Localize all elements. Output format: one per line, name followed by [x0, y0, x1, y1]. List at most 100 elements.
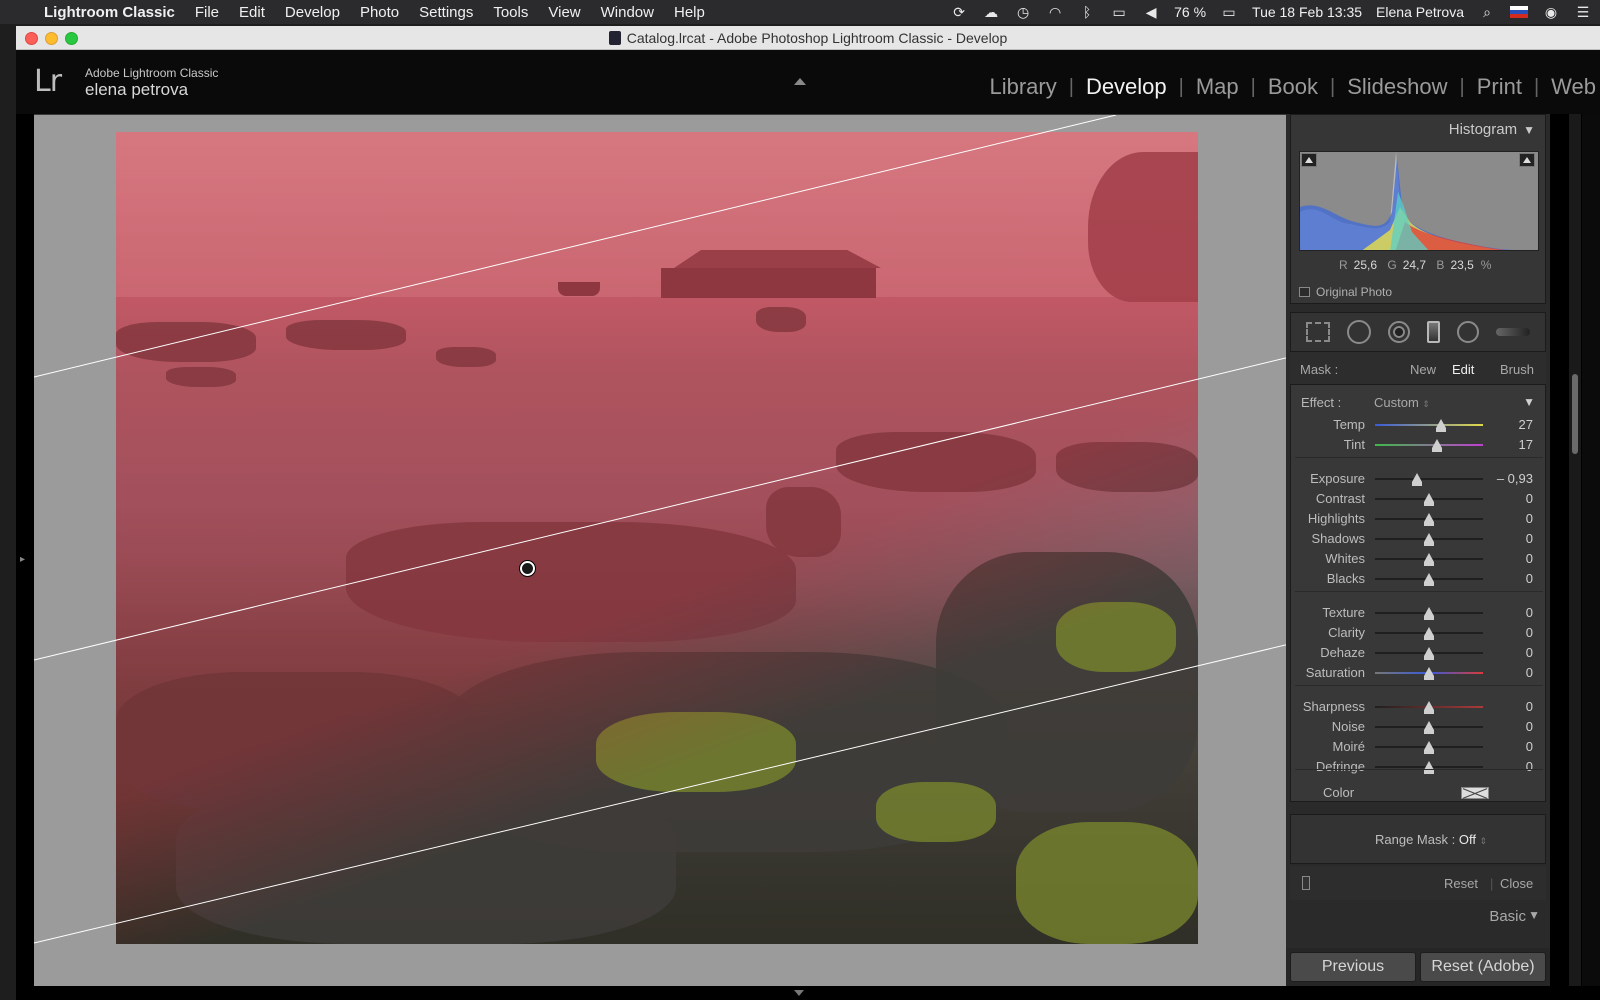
- slider-thumb[interactable]: [1424, 701, 1434, 714]
- close-window-button[interactable]: [25, 32, 38, 45]
- previous-button[interactable]: Previous: [1290, 952, 1416, 982]
- slider-dehaze[interactable]: Dehaze 0: [1291, 643, 1547, 663]
- photo-preview[interactable]: [116, 132, 1198, 944]
- scrollbar-thumb[interactable]: [1572, 374, 1578, 454]
- slider-contrast[interactable]: Contrast 0: [1291, 489, 1547, 509]
- slider-thumb[interactable]: [1424, 607, 1434, 620]
- slider-track[interactable]: [1375, 424, 1483, 426]
- menu-settings[interactable]: Settings: [409, 4, 483, 21]
- slider-thumb[interactable]: [1424, 493, 1434, 506]
- spot-removal-tool-icon[interactable]: [1346, 320, 1371, 344]
- slider-value[interactable]: 0: [1526, 699, 1533, 714]
- slider-clarity[interactable]: Clarity 0: [1291, 623, 1547, 643]
- slider-thumb[interactable]: [1424, 533, 1434, 546]
- display-icon[interactable]: ▭: [1110, 5, 1128, 19]
- zoom-window-button[interactable]: [65, 32, 78, 45]
- slider-value[interactable]: 0: [1526, 665, 1533, 680]
- menu-view[interactable]: View: [538, 4, 590, 21]
- shadow-clipping-button[interactable]: [1301, 153, 1317, 167]
- sync-icon[interactable]: ⟳: [950, 5, 968, 19]
- slider-temp[interactable]: Temp 27: [1291, 415, 1547, 435]
- slider-blacks[interactable]: Blacks 0: [1291, 569, 1547, 589]
- histogram-graph[interactable]: [1299, 151, 1539, 251]
- range-mask-dropdown[interactable]: Range Mask : Off ⇕: [1375, 832, 1487, 847]
- notification-center-icon[interactable]: ☰: [1574, 5, 1592, 19]
- slider-value[interactable]: 0: [1526, 759, 1533, 774]
- adjustment-brush-tool-icon[interactable]: [1496, 328, 1531, 336]
- wifi-icon[interactable]: ◠: [1046, 5, 1064, 19]
- slider-value[interactable]: 0: [1526, 491, 1533, 506]
- menu-photo[interactable]: Photo: [350, 4, 409, 21]
- mask-close-button[interactable]: Close: [1500, 876, 1533, 891]
- spotlight-search-icon[interactable]: ⌕: [1478, 5, 1496, 19]
- slider-value[interactable]: – 0,93: [1497, 471, 1533, 486]
- slider-thumb[interactable]: [1424, 573, 1434, 586]
- slider-value[interactable]: 0: [1526, 625, 1533, 640]
- slider-value[interactable]: 0: [1526, 571, 1533, 586]
- slider-thumb[interactable]: [1412, 473, 1423, 486]
- collapse-triangle-icon[interactable]: ▼: [1523, 123, 1535, 137]
- slider-thumb[interactable]: [1424, 627, 1434, 640]
- slider-tint[interactable]: Tint 17: [1291, 435, 1547, 455]
- user-name[interactable]: Elena Petrova: [1376, 4, 1464, 20]
- original-photo-checkbox[interactable]: [1299, 287, 1310, 297]
- module-develop[interactable]: Develop: [1074, 74, 1179, 100]
- slider-thumb[interactable]: [1424, 667, 1434, 680]
- slider-track[interactable]: [1375, 444, 1483, 446]
- right-panel-scrollbar[interactable]: [1569, 114, 1581, 986]
- slider-texture[interactable]: Texture 0: [1291, 603, 1547, 623]
- mask-brush-button[interactable]: Brush: [1500, 362, 1534, 377]
- basic-collapse-icon[interactable]: ▼: [1528, 908, 1540, 922]
- slider-noise[interactable]: Noise 0: [1291, 717, 1547, 737]
- slider-highlights[interactable]: Highlights 0: [1291, 509, 1547, 529]
- time-machine-icon[interactable]: ◷: [1014, 5, 1032, 19]
- color-swatch[interactable]: [1461, 787, 1489, 799]
- graduated-filter-tool-icon[interactable]: [1427, 321, 1441, 343]
- radial-filter-tool-icon[interactable]: [1457, 321, 1480, 343]
- slider-thumb[interactable]: [1424, 647, 1434, 660]
- menu-help[interactable]: Help: [664, 4, 715, 21]
- crop-tool-icon[interactable]: [1305, 322, 1330, 342]
- effect-collapse-icon[interactable]: ▼: [1523, 395, 1535, 409]
- module-web[interactable]: Web: [1539, 74, 1600, 100]
- slider-shadows[interactable]: Shadows 0: [1291, 529, 1547, 549]
- input-source-flag-icon[interactable]: [1510, 6, 1528, 18]
- mask-new-button[interactable]: New: [1410, 362, 1436, 377]
- siri-icon[interactable]: ◉: [1542, 5, 1560, 19]
- slider-thumb[interactable]: [1424, 553, 1434, 566]
- volume-icon[interactable]: ◀: [1142, 5, 1160, 19]
- reset-adobe-button[interactable]: Reset (Adobe): [1420, 952, 1546, 982]
- image-canvas[interactable]: [34, 114, 1298, 986]
- slider-value[interactable]: 0: [1526, 739, 1533, 754]
- slider-thumb[interactable]: [1424, 721, 1434, 734]
- module-map[interactable]: Map: [1184, 74, 1251, 100]
- app-menu[interactable]: Lightroom Classic: [34, 4, 185, 21]
- slider-track[interactable]: [1375, 478, 1483, 480]
- battery-icon[interactable]: ▭: [1220, 5, 1238, 19]
- slider-sharpness[interactable]: Sharpness 0: [1291, 697, 1547, 717]
- slider-value[interactable]: 0: [1526, 531, 1533, 546]
- slider-defringe[interactable]: Defringe 0: [1291, 757, 1547, 777]
- graduated-filter-pin[interactable]: [520, 561, 535, 576]
- bluetooth-icon[interactable]: ᛒ: [1078, 5, 1096, 19]
- slider-value[interactable]: 17: [1519, 437, 1533, 452]
- mask-reset-button[interactable]: Reset: [1444, 876, 1478, 891]
- slider-value[interactable]: 0: [1526, 551, 1533, 566]
- slider-moir[interactable]: Moiré 0: [1291, 737, 1547, 757]
- original-photo-toggle[interactable]: Original Photo: [1299, 285, 1392, 299]
- creative-cloud-icon[interactable]: ☁: [982, 5, 1000, 19]
- histogram-header[interactable]: Histogram ▼: [1449, 121, 1535, 138]
- mask-edit-button[interactable]: Edit: [1452, 362, 1474, 377]
- module-print[interactable]: Print: [1465, 74, 1534, 100]
- slider-whites[interactable]: Whites 0: [1291, 549, 1547, 569]
- menu-file[interactable]: File: [185, 4, 229, 21]
- red-eye-tool-icon[interactable]: [1387, 321, 1410, 343]
- highlight-clipping-button[interactable]: [1519, 153, 1535, 167]
- top-panel-collapse-icon[interactable]: [794, 78, 806, 85]
- menu-develop[interactable]: Develop: [275, 4, 350, 21]
- slider-thumb[interactable]: [1431, 439, 1442, 452]
- menu-tools[interactable]: Tools: [483, 4, 538, 21]
- slider-thumb[interactable]: [1424, 513, 1434, 526]
- slider-value[interactable]: 0: [1526, 645, 1533, 660]
- basic-panel-header[interactable]: Basic ▼: [1290, 900, 1546, 926]
